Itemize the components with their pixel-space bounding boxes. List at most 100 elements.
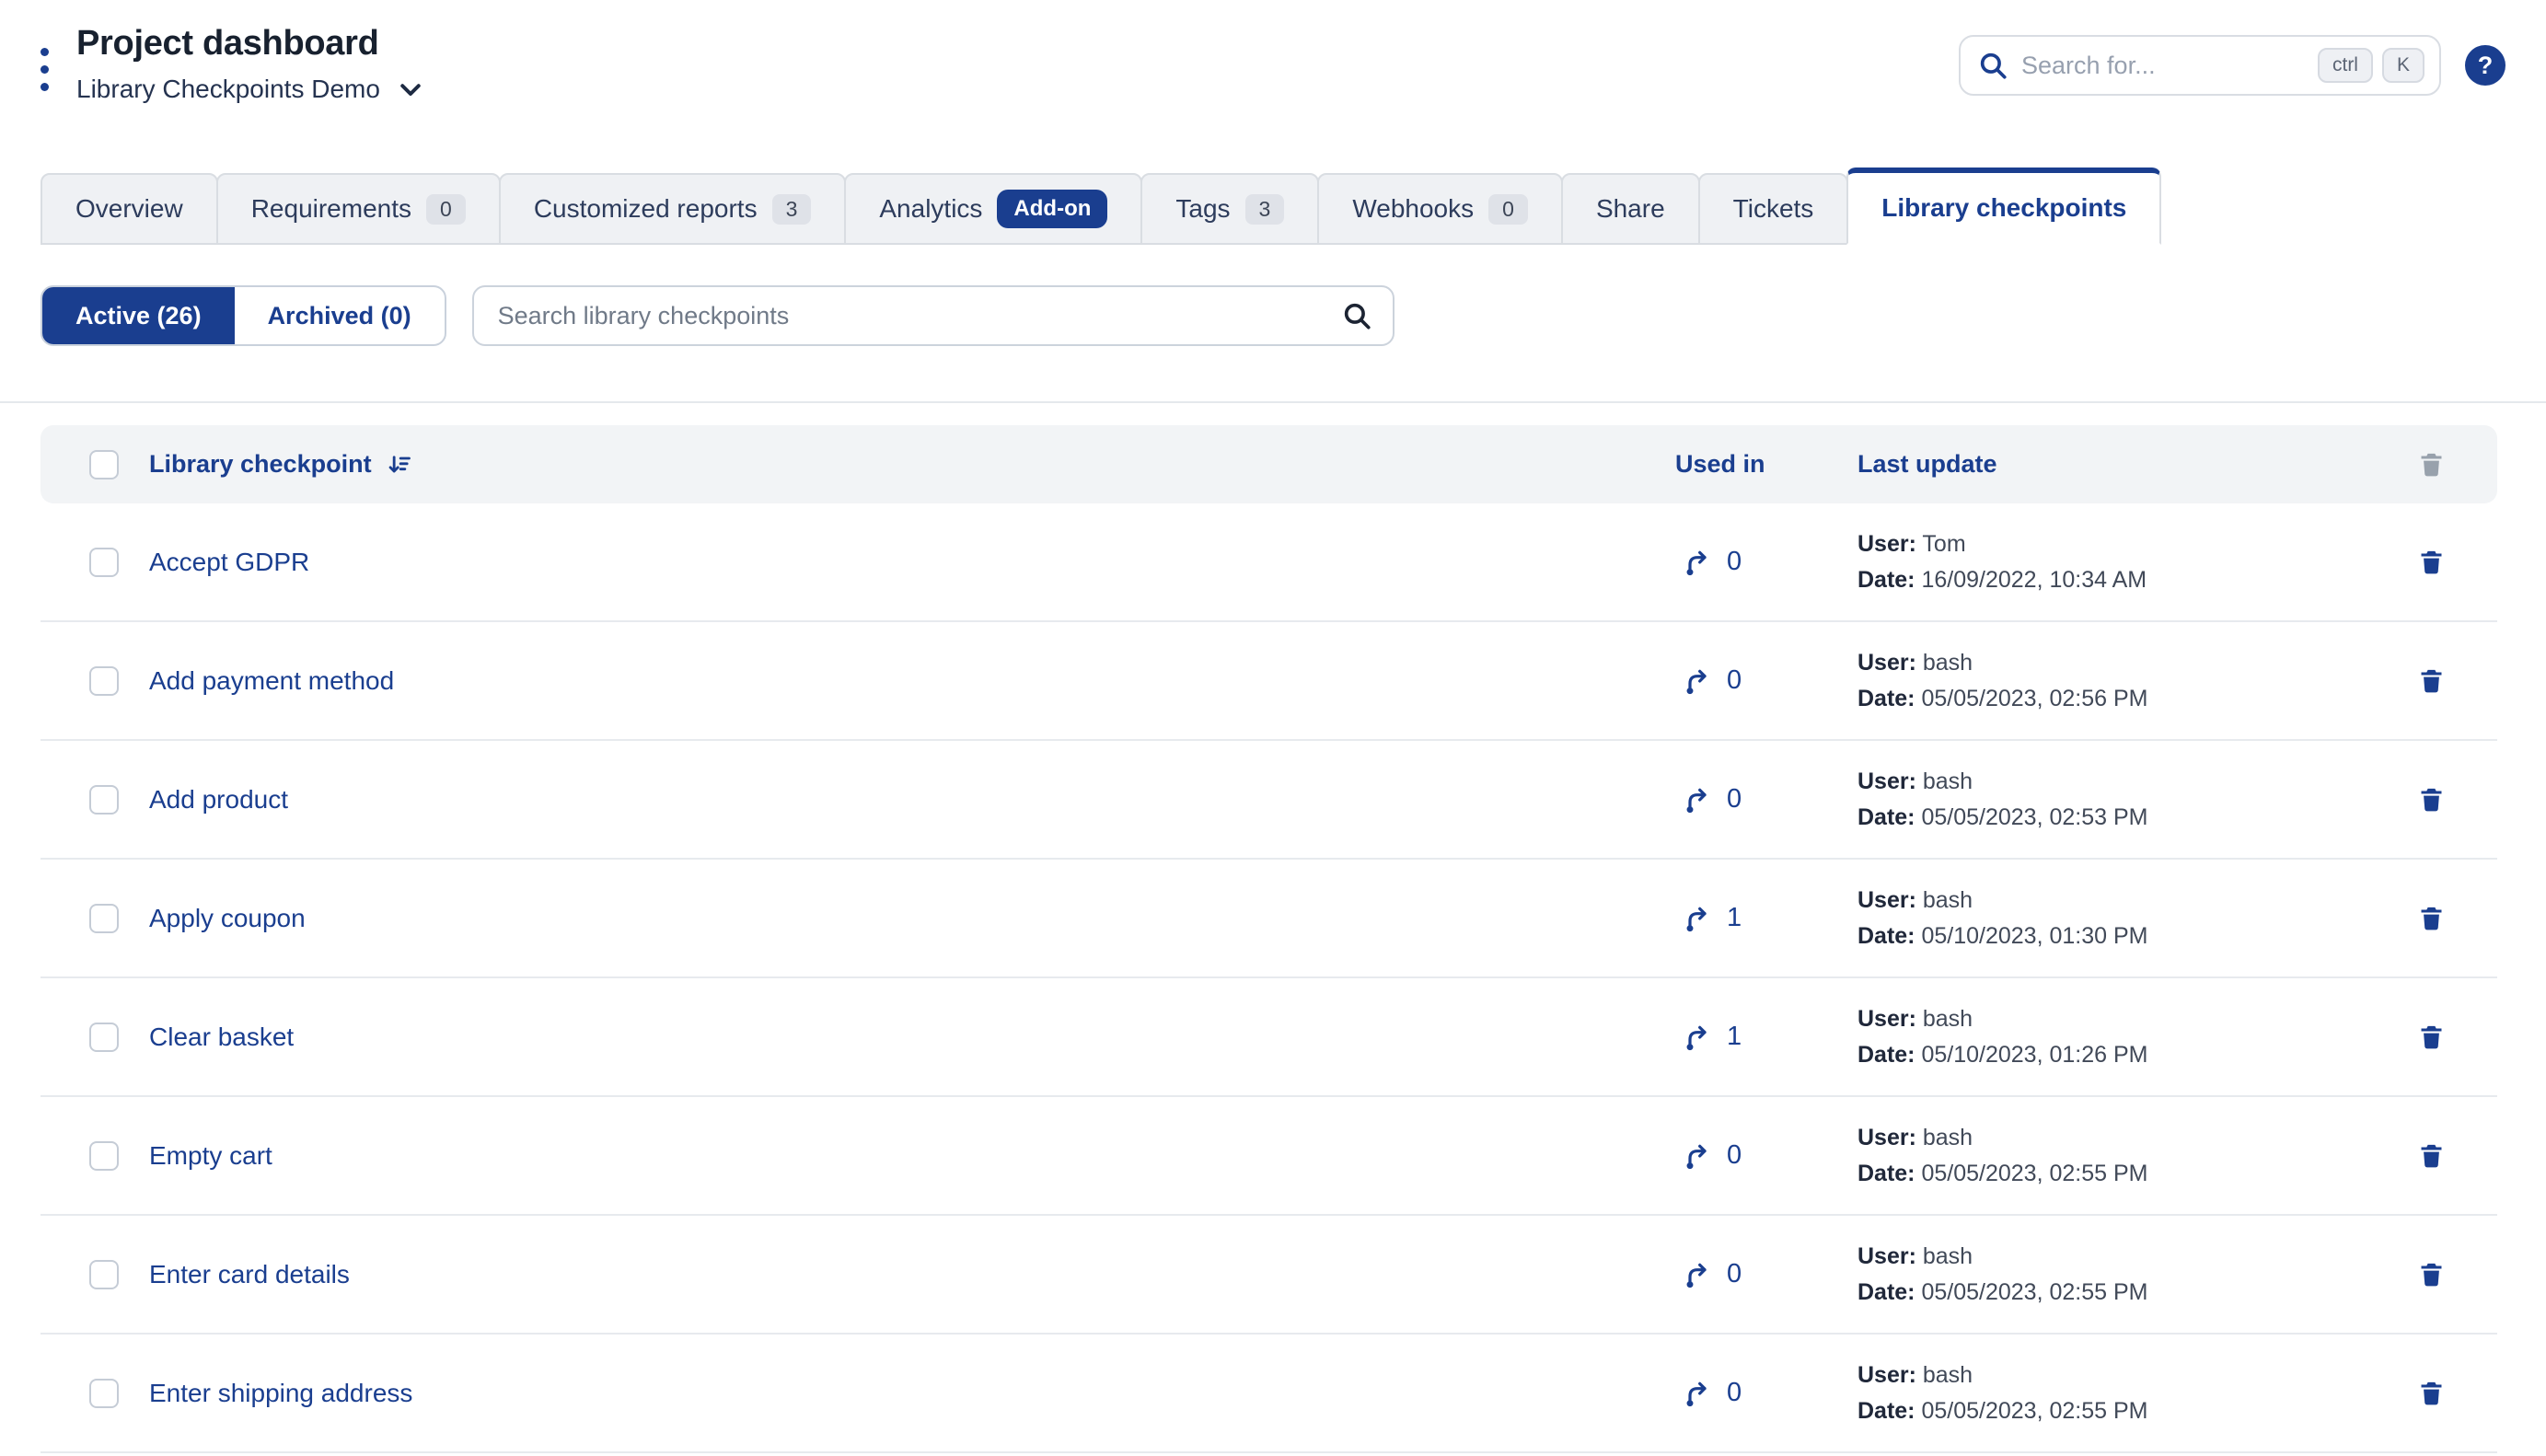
row-checkbox[interactable]	[89, 666, 119, 696]
tab-label: Overview	[75, 194, 183, 224]
row-checkbox[interactable]	[89, 1379, 119, 1408]
delete-row-trash-icon[interactable]	[2417, 904, 2446, 932]
page-header: Project dashboard Library Checkpoints De…	[0, 0, 2546, 168]
page-title: Project dashboard	[76, 24, 424, 64]
checkpoint-search-input[interactable]	[472, 285, 1395, 346]
delete-row-trash-icon[interactable]	[2417, 1023, 2446, 1051]
last-update-cell: User: bash Date: 05/05/2023, 02:53 PM	[1857, 764, 2410, 836]
last-update-cell: User: bash Date: 05/05/2023, 02:55 PM	[1857, 1120, 2410, 1192]
table-row: Empty cart 0 User: bash Date: 05/05/2023…	[41, 1097, 2497, 1216]
user-value: bash	[1923, 1362, 1973, 1388]
global-search-input[interactable]	[2021, 52, 2305, 80]
sort-descending-icon[interactable]	[387, 452, 412, 478]
date-label: Date:	[1857, 686, 1915, 711]
row-checkbox[interactable]	[89, 1023, 119, 1052]
row-checkbox[interactable]	[89, 785, 119, 815]
used-in-cell: 0	[1675, 547, 1857, 577]
column-header-last-update[interactable]: Last update	[1857, 450, 2410, 479]
delete-row-trash-icon[interactable]	[2417, 548, 2446, 576]
used-in-count: 0	[1727, 1140, 1742, 1171]
row-checkbox[interactable]	[89, 548, 119, 577]
used-in-count: 0	[1727, 1259, 1742, 1289]
checkpoint-link[interactable]: Add product	[149, 785, 288, 815]
tab[interactable]: Webhooks 0	[1317, 173, 1563, 245]
global-search: ctrl K	[1959, 35, 2441, 96]
checkpoint-link[interactable]: Enter shipping address	[149, 1379, 412, 1408]
row-checkbox[interactable]	[89, 904, 119, 933]
delete-row-trash-icon[interactable]	[2417, 1379, 2446, 1407]
branch-icon	[1683, 1379, 1712, 1408]
used-in-cell: 0	[1675, 665, 1857, 696]
last-update-cell: User: bash Date: 05/05/2023, 02:55 PM	[1857, 1358, 2410, 1429]
row-checkbox[interactable]	[89, 1260, 119, 1289]
column-header-checkpoint[interactable]: Library checkpoint	[149, 450, 372, 479]
date-value: 05/05/2023, 02:53 PM	[1921, 804, 2147, 830]
tab-count-badge: 0	[426, 194, 466, 225]
addon-badge: Add-on	[997, 190, 1107, 228]
table-row: Enter card details 0 User: bash Date: 05…	[41, 1216, 2497, 1335]
tab[interactable]: Library checkpoints	[1846, 168, 2161, 245]
table-row: Add payment method 0 User: bash Date: 05…	[41, 622, 2497, 741]
user-value: bash	[1923, 650, 1973, 676]
checkpoint-link[interactable]: Clear basket	[149, 1023, 294, 1052]
date-label: Date:	[1857, 567, 1915, 593]
last-update-cell: User: Tom Date: 16/09/2022, 10:34 AM	[1857, 526, 2410, 598]
tab[interactable]: Customized reports 3	[499, 173, 847, 245]
delete-row-trash-icon[interactable]	[2417, 1260, 2446, 1288]
tab[interactable]: Tickets	[1698, 173, 1849, 245]
filter-archived-button[interactable]: Archived (0)	[235, 287, 445, 344]
branch-icon	[1683, 785, 1712, 815]
tab[interactable]: Analytics Add-on	[844, 173, 1142, 245]
date-label: Date:	[1857, 1279, 1915, 1305]
user-label: User:	[1857, 1362, 1916, 1388]
bulk-delete-trash-icon[interactable]	[2417, 450, 2446, 479]
branch-icon	[1683, 1023, 1712, 1052]
tab-label: Analytics	[879, 194, 982, 224]
branch-icon	[1683, 1141, 1712, 1171]
chevron-down-icon	[397, 75, 424, 103]
tab[interactable]: Share	[1561, 173, 1700, 245]
tab-label: Requirements	[251, 194, 411, 224]
help-button[interactable]: ?	[2465, 45, 2505, 86]
date-label: Date:	[1857, 804, 1915, 830]
checkpoint-link[interactable]: Apply coupon	[149, 904, 306, 933]
column-header-used-in[interactable]: Used in	[1675, 450, 1857, 479]
row-checkbox[interactable]	[89, 1141, 119, 1171]
used-in-count: 1	[1727, 1022, 1742, 1052]
checkpoint-link[interactable]: Empty cart	[149, 1141, 272, 1171]
select-all-checkbox[interactable]	[89, 450, 119, 480]
checkpoint-search	[472, 285, 1395, 346]
tab-label: Tags	[1175, 194, 1230, 224]
filter-active-button[interactable]: Active (26)	[42, 287, 235, 344]
tab[interactable]: Overview	[41, 173, 218, 245]
used-in-count: 0	[1727, 665, 1742, 696]
project-menu-kebab-icon[interactable]	[41, 48, 49, 104]
delete-row-trash-icon[interactable]	[2417, 1141, 2446, 1170]
user-value: bash	[1923, 1243, 1973, 1269]
date-value: 05/05/2023, 02:55 PM	[1921, 1398, 2147, 1424]
user-value: Tom	[1922, 531, 1965, 557]
tab[interactable]: Tags 3	[1140, 173, 1319, 245]
date-value: 05/05/2023, 02:55 PM	[1921, 1279, 2147, 1305]
table-header-row: Library checkpoint Used in Last update	[41, 425, 2497, 503]
table-row: Apply coupon 1 User: bash Date: 05/10/20…	[41, 860, 2497, 978]
project-selector[interactable]: Library Checkpoints Demo	[76, 75, 424, 104]
date-label: Date:	[1857, 923, 1915, 949]
tab-bar: Overview Requirements 0 Customized repor…	[0, 168, 2546, 245]
tab-label: Share	[1596, 194, 1665, 224]
user-label: User:	[1857, 1243, 1916, 1269]
used-in-count: 0	[1727, 784, 1742, 815]
tab[interactable]: Requirements 0	[216, 173, 501, 245]
table-row: Add product 0 User: bash Date: 05/05/202…	[41, 741, 2497, 860]
delete-row-trash-icon[interactable]	[2417, 666, 2446, 695]
delete-row-trash-icon[interactable]	[2417, 785, 2446, 814]
status-filter: Active (26) Archived (0)	[41, 285, 446, 346]
date-label: Date:	[1857, 1042, 1915, 1068]
date-value: 16/09/2022, 10:34 AM	[1921, 567, 2147, 593]
used-in-count: 0	[1727, 547, 1742, 577]
checkpoint-link[interactable]: Accept GDPR	[149, 548, 309, 577]
tab-count-badge: 0	[1488, 194, 1528, 225]
used-in-cell: 0	[1675, 1259, 1857, 1289]
checkpoint-link[interactable]: Add payment method	[149, 666, 394, 696]
checkpoint-link[interactable]: Enter card details	[149, 1260, 350, 1289]
